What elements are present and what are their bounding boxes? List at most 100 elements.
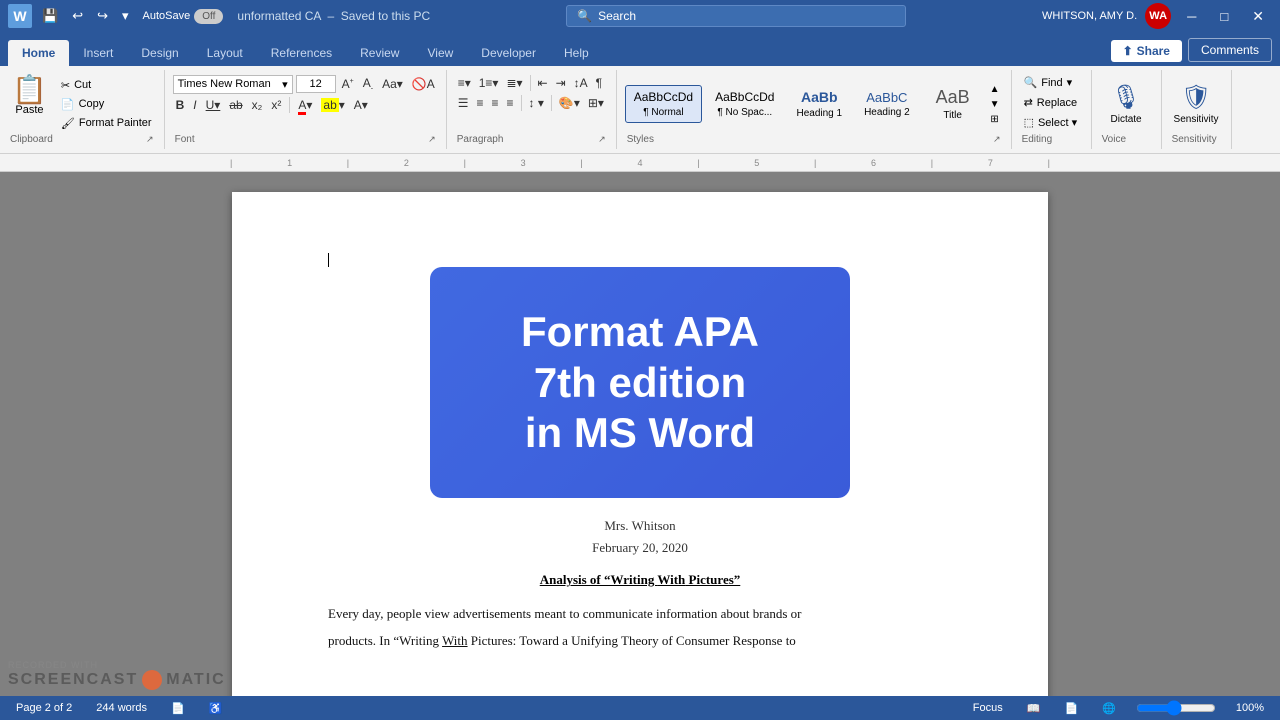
copy-button[interactable]: 📄 Copy	[57, 96, 156, 113]
share-button[interactable]: ⬆ Share	[1111, 40, 1182, 62]
print-layout-button[interactable]: 📄	[1060, 700, 1082, 717]
align-right-button[interactable]: ≡	[489, 94, 502, 112]
word-count-button[interactable]: 244 words	[92, 700, 151, 716]
decrease-font-button[interactable]: A-	[360, 74, 376, 94]
select-button[interactable]: ⬚ Select ▾	[1020, 114, 1082, 131]
web-layout-button[interactable]: 🌐	[1098, 700, 1120, 717]
cut-icon: ✂	[61, 79, 70, 92]
paste-button[interactable]: 📋 Paste	[8, 74, 51, 118]
language-button[interactable]: 📄	[167, 700, 189, 717]
multilevel-list-button[interactable]: ≣▾	[503, 74, 525, 92]
increase-font-button[interactable]: A+	[339, 75, 357, 93]
find-button[interactable]: 🔍 Find▾	[1020, 74, 1077, 91]
line-spacing-button[interactable]: ↕ ▾	[526, 94, 547, 112]
save-status: Saved to this PC	[341, 9, 430, 23]
tab-layout[interactable]: Layout	[193, 40, 257, 66]
italic-button[interactable]: I	[190, 96, 199, 114]
page-count[interactable]: Page 2 of 2	[12, 700, 76, 716]
tab-home[interactable]: Home	[8, 40, 69, 66]
borders-button[interactable]: ⊞▾	[585, 94, 607, 112]
align-left-button[interactable]: ☰	[455, 94, 472, 112]
superscript-button[interactable]: x²	[268, 96, 284, 114]
justify-button[interactable]: ≡	[504, 94, 517, 112]
subscript-button[interactable]: x₂	[249, 96, 266, 114]
styles-more[interactable]: ⊞	[987, 113, 1003, 126]
font-color-button[interactable]: A▾	[295, 96, 315, 114]
focus-button[interactable]: Focus	[969, 700, 1007, 716]
style-heading1[interactable]: AaBb Heading 1	[787, 84, 851, 124]
select-icon: ⬚	[1024, 116, 1034, 129]
voice-group: 🎙 Dictate Voice	[1092, 70, 1162, 149]
paragraph-expand-icon[interactable]: ↗	[598, 134, 606, 145]
clear-formatting-button[interactable]: 🚫A	[409, 75, 438, 93]
style-normal[interactable]: AaBbCcDd ¶ Normal	[625, 85, 702, 122]
highlight-color-button[interactable]: ab▾	[318, 96, 347, 114]
close-button[interactable]: ✕	[1244, 6, 1272, 27]
style-heading2[interactable]: AaBbC Heading 2	[855, 85, 919, 124]
style-title[interactable]: AaB Title	[923, 82, 983, 127]
sensitivity-button[interactable]: 🛡	[1181, 83, 1211, 112]
font-size-input[interactable]: 12	[296, 75, 336, 93]
show-formatting-button[interactable]: ¶	[593, 74, 605, 92]
find-icon: 🔍	[1024, 76, 1038, 89]
paragraph-label: Paragraph	[457, 134, 504, 145]
zoom-slider[interactable]	[1136, 700, 1216, 716]
style-h2-preview: AaBbC	[866, 90, 907, 106]
sort-button[interactable]: ↕A	[571, 74, 591, 92]
styles-expand-icon[interactable]: ↗	[993, 134, 1001, 145]
bold-button[interactable]: B	[173, 96, 188, 114]
align-center-button[interactable]: ≡	[473, 94, 486, 112]
accessibility-button[interactable]: ♿	[205, 700, 227, 717]
redo-button[interactable]: ↪	[93, 6, 112, 26]
paragraph-2: products. In “Writing With Pictures: Tow…	[328, 631, 952, 652]
tab-view[interactable]: View	[413, 40, 467, 66]
cut-button[interactable]: ✂ Cut	[57, 77, 156, 94]
screencast-logo-circle	[142, 670, 162, 690]
minimize-button[interactable]: ─	[1179, 7, 1204, 26]
save-button[interactable]: 💾	[38, 6, 62, 26]
font-expand-icon[interactable]: ↗	[428, 134, 436, 145]
zoom-level[interactable]: 100%	[1232, 700, 1268, 716]
strikethrough-button[interactable]: ab	[226, 96, 245, 114]
read-mode-button[interactable]: 📖	[1023, 700, 1045, 717]
sensitivity-label: Sensitivity	[1174, 114, 1219, 125]
clipboard-expand-icon[interactable]: ↗	[146, 134, 154, 145]
tab-help[interactable]: Help	[550, 40, 603, 66]
paragraph-group: ≡▾ 1≡▾ ≣▾ ⇤ ⇥ ↕A ¶ ☰ ≡ ≡ ≡ ↕ ▾ 🎨▾ ⊞▾	[447, 70, 617, 149]
dictate-button[interactable]: 🎙	[1111, 83, 1141, 112]
dictate-label: Dictate	[1111, 114, 1142, 125]
decrease-indent-button[interactable]: ⇤	[535, 74, 551, 92]
title-bar-left: W 💾 ↩ ↪ ▾ AutoSave Off unformatted CA – …	[8, 4, 430, 28]
document-page[interactable]: Format APA7th editionin MS Word Mrs. Whi…	[232, 192, 1048, 696]
format-painter-button[interactable]: 🖌 Format Painter	[57, 115, 156, 132]
numbering-button[interactable]: 1≡▾	[476, 74, 502, 92]
editing-label: Editing	[1022, 134, 1053, 145]
autosave-toggle[interactable]: Off	[194, 9, 223, 24]
restore-button[interactable]: □	[1212, 7, 1236, 26]
undo-button[interactable]: ↩	[68, 6, 87, 26]
styles-scroll-up[interactable]: ▲	[987, 83, 1003, 96]
search-icon: 🔍	[577, 9, 592, 23]
tab-design[interactable]: Design	[127, 40, 192, 66]
increase-indent-button[interactable]: ⇥	[553, 74, 569, 92]
replace-button[interactable]: ⇄ Replace	[1020, 94, 1082, 111]
customize-qat-button[interactable]: ▾	[118, 6, 133, 26]
tab-review[interactable]: Review	[346, 40, 413, 66]
tab-developer[interactable]: Developer	[467, 40, 550, 66]
tab-references[interactable]: References	[257, 40, 346, 66]
page-container[interactable]: Format APA7th editionin MS Word Mrs. Whi…	[0, 172, 1280, 696]
comments-button[interactable]: Comments	[1188, 38, 1272, 62]
styles-scroll-down[interactable]: ▼	[987, 98, 1003, 111]
search-bar[interactable]: 🔍 Search	[566, 5, 906, 27]
tab-insert[interactable]: Insert	[69, 40, 127, 66]
statusbar: Page 2 of 2 244 words 📄 ♿ Focus 📖 📄 🌐 10…	[0, 696, 1280, 720]
style-no-spacing[interactable]: AaBbCcDd ¶ No Spac...	[706, 85, 783, 122]
underline-button[interactable]: U▾	[203, 96, 224, 114]
voice-label: Voice	[1102, 134, 1126, 145]
shading-button[interactable]: 🎨▾	[556, 94, 583, 112]
text-effects-button[interactable]: A▾	[351, 96, 371, 114]
bullets-button[interactable]: ≡▾	[455, 74, 474, 92]
change-case-button[interactable]: Aa▾	[379, 75, 406, 93]
paste-icon: 📋	[12, 76, 47, 104]
font-name-select[interactable]: Times New Roman ▾	[173, 75, 293, 94]
